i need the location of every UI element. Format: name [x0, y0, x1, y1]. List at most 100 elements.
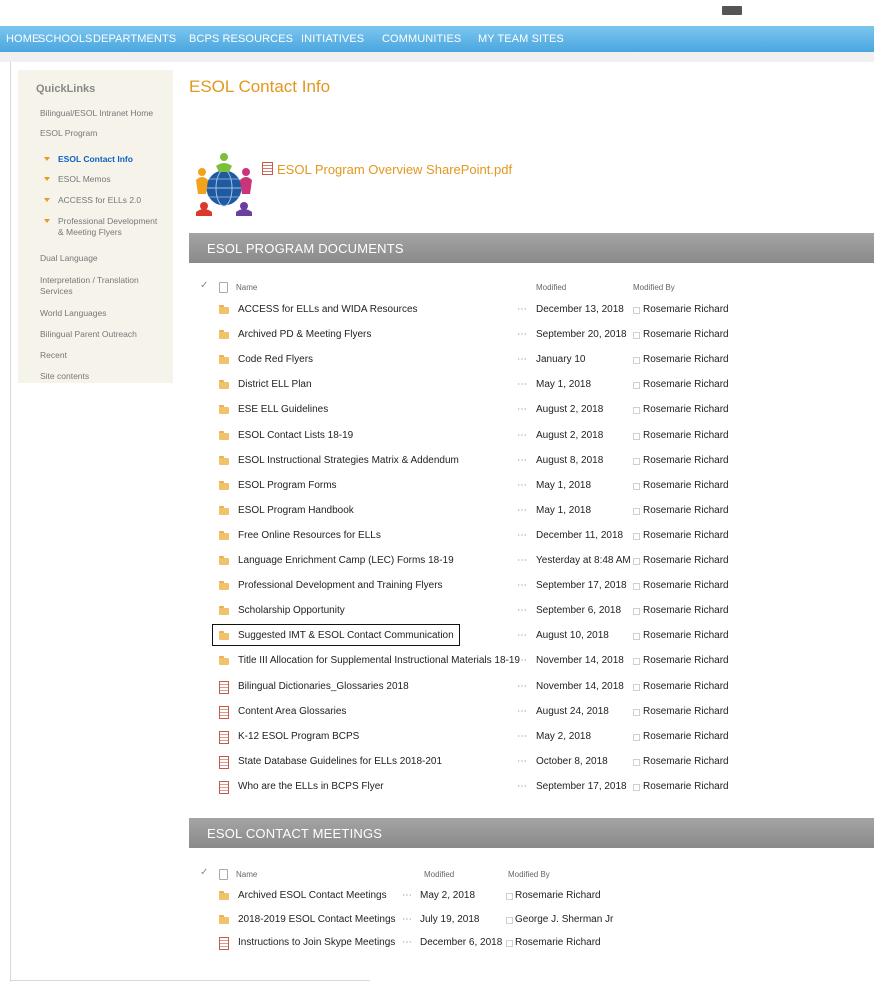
nav-communities[interactable]: COMMUNITIES — [382, 33, 461, 45]
sidebar-link-interpretation[interactable]: Interpretation / Translation — [40, 275, 139, 286]
row-more-options-icon[interactable]: ⋯ — [402, 890, 412, 901]
esol-program-overview-pdf-link[interactable]: ESOL Program Overview SharePoint.pdf — [262, 162, 512, 177]
row-more-options-icon[interactable]: ⋯ — [517, 731, 527, 742]
row-more-options-icon[interactable]: ⋯ — [517, 379, 527, 390]
row-more-options-icon[interactable]: ⋯ — [402, 914, 412, 925]
row-modified-by[interactable]: Rosemarie Richard — [643, 379, 729, 390]
row-name-link[interactable]: ESOL Contact Lists 18-19 — [238, 430, 353, 441]
row-modified-by[interactable]: Rosemarie Richard — [643, 781, 729, 792]
nav-schools[interactable]: SCHOOLS — [38, 33, 93, 45]
row-more-options-icon[interactable]: ⋯ — [517, 706, 527, 717]
nav-my-team-sites[interactable]: MY TEAM SITES — [478, 33, 564, 45]
row-name-link[interactable]: K-12 ESOL Program BCPS — [238, 731, 359, 742]
row-more-options-icon[interactable]: ⋯ — [517, 781, 527, 792]
row-name-link[interactable]: Scholarship Opportunity — [238, 605, 345, 616]
column-header-name[interactable]: Name — [236, 870, 257, 879]
row-modified-by[interactable]: Rosemarie Richard — [643, 756, 729, 767]
row-more-options-icon[interactable]: ⋯ — [517, 480, 527, 491]
row-more-options-icon[interactable]: ⋯ — [517, 555, 527, 566]
sidebar-link-services[interactable]: Services — [40, 286, 73, 297]
column-header-modified[interactable]: Modified — [424, 870, 454, 879]
row-more-options-icon[interactable]: ⋯ — [517, 681, 527, 692]
row-name-link[interactable]: ESE ELL Guidelines — [238, 404, 328, 415]
row-name-link[interactable]: Who are the ELLs in BCPS Flyer — [238, 781, 384, 792]
row-more-options-icon[interactable]: ⋯ — [517, 530, 527, 541]
row-name-link[interactable]: ESOL Program Forms — [238, 480, 337, 491]
row-modified-by[interactable]: Rosemarie Richard — [643, 404, 729, 415]
row-name-link[interactable]: 2018-2019 ESOL Contact Meetings — [238, 914, 396, 925]
column-header-modified-by[interactable]: Modified By — [633, 283, 675, 292]
row-more-options-icon[interactable]: ⋯ — [517, 404, 527, 415]
sidebar-link-recent[interactable]: Recent — [40, 350, 67, 361]
row-name-link[interactable]: Instructions to Join Skype Meetings — [238, 937, 395, 948]
page-title: ESOL Contact Info — [189, 77, 331, 96]
row-modified-by[interactable]: Rosemarie Richard — [643, 655, 729, 666]
row-modified-by[interactable]: Rosemarie Richard — [643, 555, 729, 566]
column-header-modified[interactable]: Modified — [536, 283, 566, 292]
row-more-options-icon[interactable]: ⋯ — [517, 354, 527, 365]
row-name-link[interactable]: Content Area Glossaries — [238, 706, 346, 717]
row-name-link[interactable]: Free Online Resources for ELLs — [238, 530, 381, 541]
row-modified-by[interactable]: George J. Sherman Jr — [515, 914, 613, 925]
row-more-options-icon[interactable]: ⋯ — [517, 505, 527, 516]
row-modified-by[interactable]: Rosemarie Richard — [515, 937, 601, 948]
nav-departments[interactable]: DEPARTMENTS — [93, 33, 176, 45]
row-name-link[interactable]: Code Red Flyers — [238, 354, 313, 365]
row-name-link[interactable]: ESOL Instructional Strategies Matrix & A… — [238, 455, 459, 466]
row-more-options-icon[interactable]: ⋯ — [517, 580, 527, 591]
row-modified-by[interactable]: Rosemarie Richard — [643, 580, 729, 591]
row-name-link[interactable]: Language Enrichment Camp (LEC) Forms 18-… — [238, 555, 454, 566]
row-more-options-icon[interactable]: ⋯ — [517, 655, 527, 666]
row-name-link[interactable]: District ELL Plan — [238, 379, 312, 390]
row-modified-by[interactable]: Rosemarie Richard — [643, 605, 729, 616]
row-modified-by[interactable]: Rosemarie Richard — [643, 731, 729, 742]
row-modified-by[interactable]: Rosemarie Richard — [643, 505, 729, 516]
row-name-link[interactable]: Bilingual Dictionaries_Glossaries 2018 — [238, 681, 409, 692]
sidebar-link-esol-program[interactable]: ESOL Program — [40, 128, 97, 139]
row-modified-by[interactable]: Rosemarie Richard — [643, 480, 729, 491]
nav-home[interactable]: HOME — [6, 33, 39, 45]
sidebar-link-site-contents[interactable]: Site contents — [40, 371, 89, 382]
sidebar-link-meeting-flyers[interactable]: & Meeting Flyers — [58, 227, 122, 238]
row-name-link[interactable]: State Database Guidelines for ELLs 2018-… — [238, 756, 442, 767]
row-modified-by[interactable]: Rosemarie Richard — [643, 354, 729, 365]
row-more-options-icon[interactable]: ⋯ — [402, 937, 412, 948]
select-all-check-icon[interactable]: ✓ — [200, 280, 208, 291]
row-name-link[interactable]: ACCESS for ELLs and WIDA Resources — [238, 304, 418, 315]
row-more-options-icon[interactable]: ⋯ — [517, 329, 527, 340]
sidebar-link-dual-language[interactable]: Dual Language — [40, 253, 98, 264]
row-modified-by[interactable]: Rosemarie Richard — [643, 304, 729, 315]
row-more-options-icon[interactable]: ⋯ — [517, 756, 527, 767]
sidebar-link-esol-memos[interactable]: ESOL Memos — [58, 174, 111, 185]
sidebar-link-access-for-ells[interactable]: ACCESS for ELLs 2.0 — [58, 195, 141, 206]
sidebar-link-professional-development[interactable]: Professional Development — [58, 216, 157, 227]
column-header-name[interactable]: Name — [236, 283, 257, 292]
row-more-options-icon[interactable]: ⋯ — [517, 430, 527, 441]
row-name-link[interactable]: Title III Allocation for Supplemental In… — [238, 655, 520, 666]
row-more-options-icon[interactable]: ⋯ — [517, 455, 527, 466]
row-more-options-icon[interactable]: ⋯ — [517, 630, 527, 641]
row-modified-by[interactable]: Rosemarie Richard — [643, 706, 729, 717]
row-name-link[interactable]: Archived PD & Meeting Flyers — [238, 329, 371, 340]
column-header-modified-by[interactable]: Modified By — [508, 870, 550, 879]
sidebar-link-parent-outreach[interactable]: Bilingual Parent Outreach — [40, 329, 137, 340]
row-more-options-icon[interactable]: ⋯ — [517, 605, 527, 616]
row-name-link[interactable]: ESOL Program Handbook — [238, 505, 354, 516]
folder-icon — [219, 355, 229, 365]
select-all-check-icon[interactable]: ✓ — [200, 867, 208, 878]
row-modified-by[interactable]: Rosemarie Richard — [643, 430, 729, 441]
row-modified-by[interactable]: Rosemarie Richard — [643, 530, 729, 541]
row-modified-by[interactable]: Rosemarie Richard — [643, 630, 729, 641]
sidebar-link-world-languages[interactable]: World Languages — [40, 308, 106, 319]
row-modified-by[interactable]: Rosemarie Richard — [643, 329, 729, 340]
row-modified-by[interactable]: Rosemarie Richard — [515, 890, 601, 901]
row-modified-by[interactable]: Rosemarie Richard — [643, 455, 729, 466]
row-name-link[interactable]: Archived ESOL Contact Meetings — [238, 890, 387, 901]
nav-bcps-resources[interactable]: BCPS RESOURCES — [189, 33, 293, 45]
row-more-options-icon[interactable]: ⋯ — [517, 304, 527, 315]
sidebar-link-esol-contact-info[interactable]: ESOL Contact Info — [58, 154, 133, 165]
sidebar-link-intranet-home[interactable]: Bilingual/ESOL Intranet Home — [40, 108, 153, 119]
row-name-link[interactable]: Professional Development and Training Fl… — [238, 580, 443, 591]
row-modified-by[interactable]: Rosemarie Richard — [643, 681, 729, 692]
nav-initiatives[interactable]: INITIATIVES — [301, 33, 364, 45]
